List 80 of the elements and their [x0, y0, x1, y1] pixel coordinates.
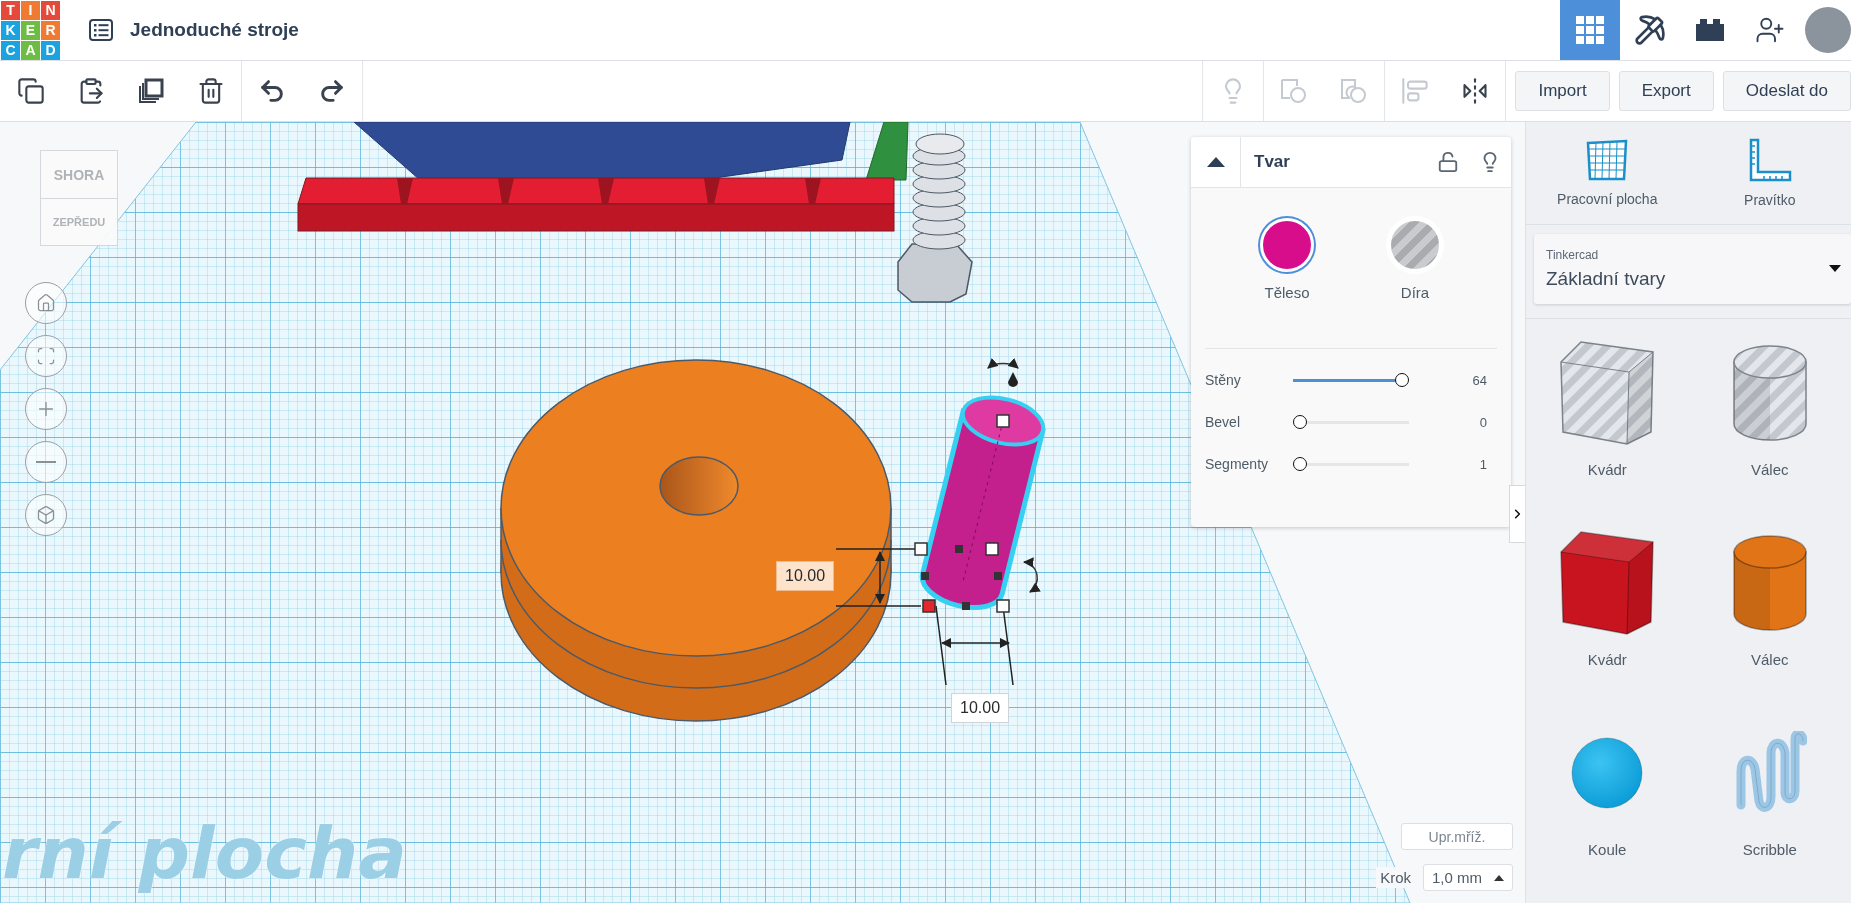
cylinder-shape[interactable] — [919, 395, 1046, 611]
screw-shape[interactable] — [897, 133, 973, 303]
view-cube-front-label: ZEPŘEDU — [41, 198, 117, 245]
resize-handle[interactable] — [994, 572, 1002, 580]
align-icon — [1401, 77, 1430, 105]
home-icon — [36, 293, 56, 313]
sidebar-toggle-button[interactable] — [1509, 485, 1525, 543]
caret-down-icon — [1829, 265, 1841, 273]
projection-button[interactable] — [25, 494, 67, 536]
shape-item[interactable]: Koule — [1526, 713, 1689, 903]
parameter-value: 1 — [1478, 456, 1488, 472]
resize-handle[interactable] — [921, 572, 929, 580]
cube-icon — [36, 505, 56, 525]
resize-handle[interactable] — [955, 545, 963, 553]
open-lock-icon — [1437, 151, 1459, 173]
ruler-tool[interactable]: Pravítko — [1688, 122, 1851, 224]
parameter-value: 64 — [1471, 372, 1488, 388]
material-option[interactable]: Těleso — [1247, 218, 1327, 328]
brick-icon — [1695, 18, 1725, 42]
material-label: Těleso — [1264, 284, 1310, 301]
inspector-title: Tvar — [1254, 152, 1291, 172]
shape-item[interactable]: Válec — [1688, 523, 1851, 713]
slider-thumb[interactable] — [1395, 373, 1409, 387]
parameter-label: Segmenty — [1205, 456, 1270, 472]
rotate-handle-icon[interactable] — [987, 358, 1019, 387]
list-icon — [89, 19, 113, 41]
dimension-field[interactable]: 10.00 — [776, 561, 835, 591]
parameter-value: 0 — [1478, 414, 1488, 430]
mirror-icon — [1461, 77, 1490, 105]
add-user-icon — [1755, 15, 1785, 45]
toolbar-text-button[interactable]: Import — [1515, 71, 1610, 111]
toolbar-text-button[interactable]: Odeslat do — [1722, 71, 1851, 111]
parameter-label: Stěny — [1205, 372, 1242, 388]
group-icon — [1280, 77, 1309, 105]
home-view-button[interactable] — [25, 282, 67, 324]
slider-thumb[interactable] — [1293, 457, 1307, 471]
trash-icon — [197, 77, 225, 105]
resize-handle[interactable] — [996, 599, 1010, 613]
logo[interactable]: T I N K E R C A D — [1, 0, 60, 60]
pickaxe-icon — [1634, 14, 1666, 46]
snap-select[interactable]: 1,0 mm — [1423, 864, 1513, 891]
workplane-icon — [1585, 138, 1630, 181]
workplane-tool[interactable]: Pracovní plocha — [1526, 122, 1689, 224]
grid-icon — [1575, 15, 1605, 45]
caret-up-icon — [1206, 157, 1225, 167]
design-title: Jednoduché stroje — [130, 19, 299, 41]
copy-icon — [17, 77, 45, 105]
parameter-label: Bevel — [1205, 414, 1242, 430]
material-option[interactable]: Díra — [1375, 218, 1455, 328]
fit-icon — [36, 346, 56, 366]
stacked-squares-icon — [137, 77, 165, 105]
sphere-icon — [1570, 736, 1645, 810]
redo-icon — [318, 77, 346, 105]
edit-grid-button[interactable]: Upr.mříž. — [1401, 823, 1513, 850]
resize-handle[interactable] — [962, 602, 970, 610]
material-label: Díra — [1400, 284, 1430, 301]
caret-up-icon — [1494, 874, 1504, 881]
shape-item[interactable]: Scribble — [1688, 713, 1851, 903]
view-cube-top-label: SHORA — [52, 165, 106, 185]
dimension-field[interactable]: 10.00 — [951, 693, 1010, 723]
toolbar-text-button[interactable]: Export — [1618, 71, 1714, 111]
library-value: Základní tvary — [1546, 267, 1667, 290]
shape-library-dropdown[interactable]: Tinkercad Základní tvary — [1534, 233, 1851, 304]
avatar[interactable] — [1805, 7, 1851, 53]
resize-handle[interactable] — [985, 542, 999, 556]
resize-handle[interactable] — [922, 599, 936, 613]
library-caption: Tinkercad — [1546, 247, 1600, 262]
resize-handle[interactable] — [914, 542, 928, 556]
zoom-out-button[interactable] — [25, 441, 67, 483]
ruler-icon — [1747, 137, 1792, 182]
rotate-handle-icon[interactable] — [1022, 558, 1041, 593]
resize-handle[interactable] — [996, 414, 1010, 428]
slider-thumb[interactable] — [1293, 415, 1307, 429]
pyramid-shape[interactable] — [865, 122, 909, 181]
ungroup-icon — [1340, 77, 1369, 105]
shape-item[interactable]: Válec — [1688, 333, 1851, 523]
undo-icon — [258, 77, 286, 105]
shape-item[interactable]: Kvádr — [1526, 523, 1689, 713]
disc-shape[interactable] — [500, 359, 892, 722]
shape-item[interactable]: Kvádr — [1526, 333, 1689, 523]
